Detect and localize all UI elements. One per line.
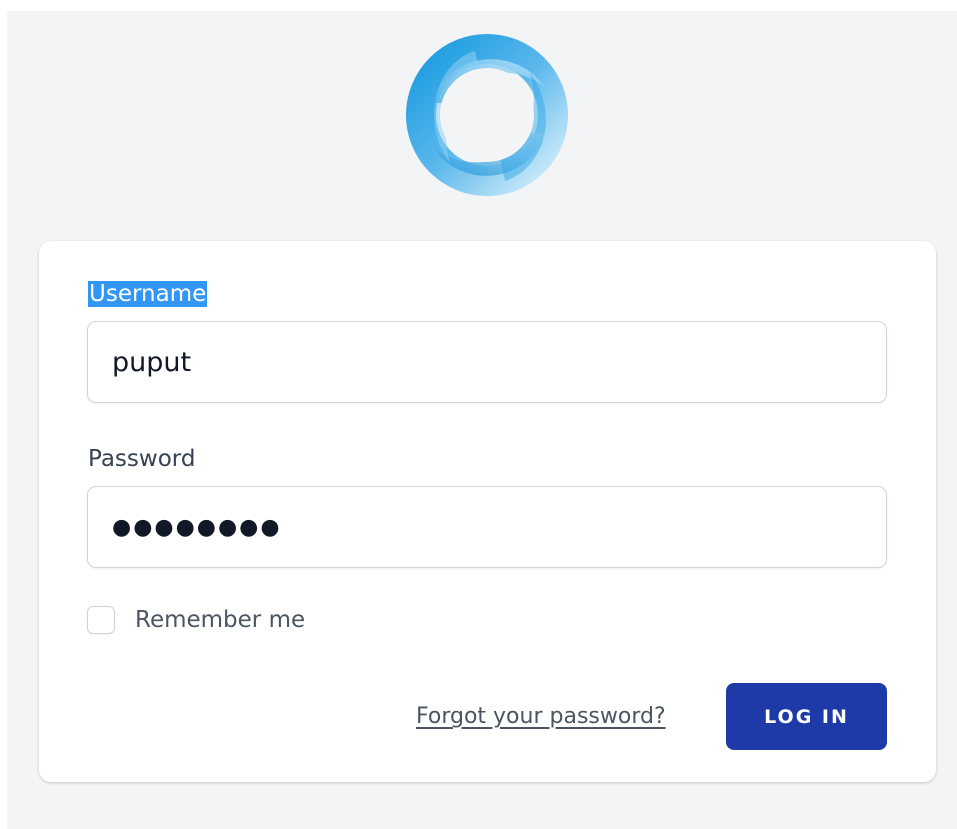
forgot-password-link[interactable]: Forgot your password? — [416, 704, 666, 729]
username-label: Username — [88, 279, 208, 309]
remember-me-row[interactable]: Remember me — [87, 606, 305, 634]
login-button[interactable]: LOG IN — [726, 683, 887, 750]
username-input[interactable]: puput — [87, 321, 887, 403]
username-value: puput — [112, 346, 192, 378]
username-label-text: Username — [88, 281, 208, 307]
password-masked-value: ●●●●●●●● — [112, 514, 282, 540]
password-label: Password — [88, 446, 196, 472]
login-card: Username puput Password ●●●●●●●● Remembe… — [39, 241, 936, 782]
remember-me-checkbox[interactable] — [87, 606, 115, 634]
remember-me-label[interactable]: Remember me — [135, 607, 305, 633]
ring-swirl-logo-icon — [406, 34, 568, 196]
password-input[interactable]: ●●●●●●●● — [87, 486, 887, 568]
